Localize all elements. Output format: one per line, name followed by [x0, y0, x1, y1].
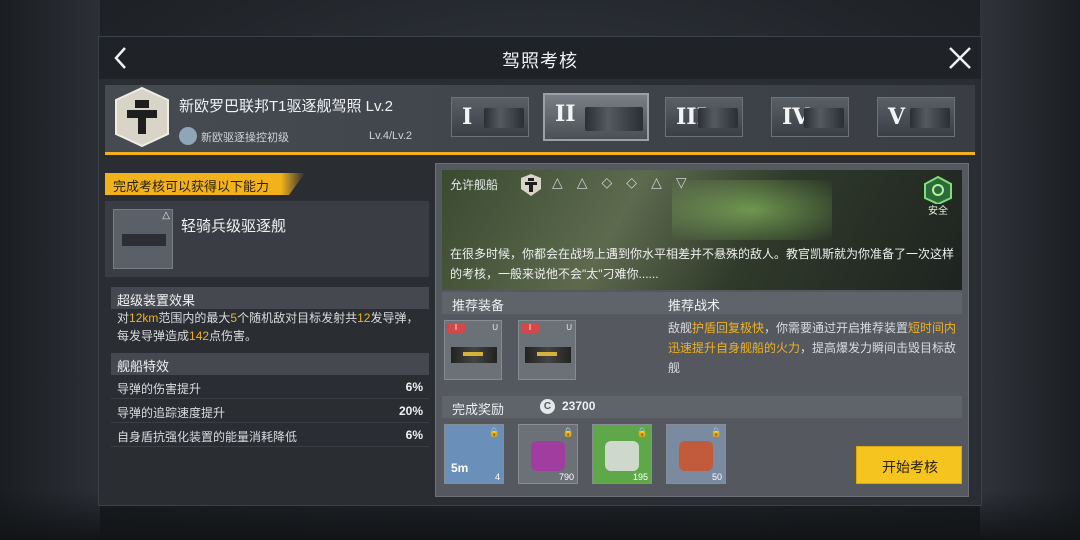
- skill-icon: [179, 127, 197, 145]
- lock-icon: 🔒: [636, 427, 648, 437]
- exam-details: 允许舰船 △△◇◇△▽ 安全 在很多时候，你都会在战场上遇到你水平相差并不悬殊的…: [435, 163, 969, 497]
- trait-row: 导弹的追踪速度提升 20%: [111, 401, 429, 423]
- unique-icon: U: [566, 323, 572, 332]
- tier-tab-4[interactable]: IV: [771, 97, 849, 137]
- recommend-equip-label: 推荐装备: [452, 298, 505, 313]
- red-ore-icon: [679, 441, 713, 471]
- lock-icon: 🔒: [710, 427, 722, 437]
- lock-icon: 🔒: [562, 427, 574, 437]
- tier-tab-2[interactable]: II: [543, 93, 649, 141]
- ship-thumbnail: [698, 108, 738, 128]
- traits-heading: 舰船特效: [111, 353, 429, 375]
- close-icon[interactable]: [947, 45, 973, 71]
- reward-speedup[interactable]: 🔒 5m 4: [444, 424, 504, 484]
- section-title: 舰船特效: [117, 359, 170, 374]
- reward-count: 4: [494, 472, 500, 482]
- super-device-heading: 超级装置效果: [111, 287, 429, 309]
- ship-thumbnail: [484, 108, 524, 128]
- license-emblem-icon: [115, 86, 169, 148]
- rewards-label: 完成奖励: [452, 402, 505, 417]
- trait-row: 自身盾抗强化装置的能量消耗降低 6%: [111, 425, 429, 447]
- tier-tab-3[interactable]: III: [665, 97, 743, 137]
- tier-tab-1[interactable]: I: [451, 97, 529, 137]
- recommend-tactic-label: 推荐战术: [668, 298, 721, 313]
- trait-row: 导弹的伤害提升 6%: [111, 377, 429, 399]
- weapon-icon: [451, 347, 497, 363]
- license-name: 新欧罗巴联邦T1驱逐舰驾照 Lv.2: [179, 98, 393, 115]
- recommend-header: 推荐装备 推荐战术: [442, 292, 962, 314]
- page-title: 驾照考核: [502, 51, 578, 71]
- ship-thumbnail: [585, 107, 643, 131]
- title-bar: 驾照考核: [99, 37, 981, 79]
- equipment-tier-icon: I: [521, 323, 539, 333]
- license-exam-panel: 驾照考核 新欧罗巴联邦T1驱逐舰驾照 Lv.2 新欧驱逐操控初级 Lv.4/Lv…: [98, 36, 982, 506]
- ship-thumbnail: [804, 108, 844, 128]
- start-exam-label: 开始考核: [882, 459, 938, 475]
- license-bar: 新欧罗巴联邦T1驱逐舰驾照 Lv.2 新欧驱逐操控初级 Lv.4/Lv.2 I …: [105, 85, 975, 155]
- gain-banner: 完成考核可以获得以下能力: [105, 173, 305, 195]
- recommended-equipment-1[interactable]: I U: [444, 320, 502, 380]
- scenario-story: 在很多时候，你都会在战场上遇到你水平相差并不悬殊的敌人。教官凯斯就为你准备了一次…: [450, 247, 955, 281]
- reward-count: 195: [632, 472, 648, 482]
- faction-shield-icon: [521, 174, 541, 196]
- license-level: Lv.4/Lv.2: [369, 130, 413, 142]
- green-ore-icon: [605, 441, 639, 471]
- reward-ore-purple[interactable]: 🔒 790: [518, 424, 578, 484]
- safe-icon: [924, 175, 952, 206]
- recommended-equipment-2[interactable]: I U: [518, 320, 576, 380]
- unique-icon: U: [492, 323, 498, 332]
- ship-thumbnail: [910, 108, 950, 128]
- rewards-header: 完成奖励 C 23700: [442, 396, 962, 418]
- start-exam-button[interactable]: 开始考核: [856, 446, 962, 484]
- purple-ore-icon: [531, 441, 565, 471]
- reward-ore-green[interactable]: 🔒 195: [592, 424, 652, 484]
- unlock-card[interactable]: △ 轻骑兵级驱逐舰: [105, 201, 429, 277]
- ship-thumbnail: △: [113, 209, 173, 269]
- tier-label: I: [462, 104, 473, 130]
- equipment-tier-icon: I: [447, 323, 465, 333]
- credit-reward-value: 23700: [562, 399, 596, 413]
- ship-class-icons: △△◇◇△▽: [552, 174, 701, 190]
- speedup-label: 5m: [451, 461, 469, 475]
- recommended-tactic-text: 敌舰护盾回复极快，你需要通过开启推荐装置短时间内迅速提升自身舰船的火力，提高爆发…: [668, 321, 957, 375]
- tier-label: II: [555, 101, 576, 127]
- super-device-text: 对12km范围内的最大5个随机敌对目标发射共12发导弹，每发导弹造成142点伤害…: [117, 311, 419, 343]
- lock-icon: 🔒: [488, 427, 500, 437]
- section-title: 超级装置效果: [117, 293, 196, 308]
- license-subname: 新欧驱逐操控初级: [201, 132, 289, 144]
- reward-count: 790: [558, 472, 574, 482]
- abilities-column: 完成考核可以获得以下能力 △ 轻骑兵级驱逐舰 超级装置效果 对12km范围内的最…: [105, 169, 429, 489]
- gain-banner-text: 完成考核可以获得以下能力: [113, 179, 270, 194]
- allowed-ships-label: 允许舰船: [450, 178, 499, 192]
- up-arrow-icon: △: [162, 210, 170, 221]
- tier-tab-5[interactable]: V: [877, 97, 955, 137]
- safe-badge: 安全: [920, 175, 956, 217]
- credit-coin-icon: C: [540, 399, 555, 414]
- weapon-icon: [525, 347, 571, 363]
- safe-label: 安全: [928, 206, 948, 217]
- scenario-banner: 允许舰船 △△◇◇△▽ 安全 在很多时候，你都会在战场上遇到你水平相差并不悬殊的…: [442, 170, 962, 290]
- reward-count: 50: [711, 472, 722, 482]
- unlock-ship-name: 轻骑兵级驱逐舰: [181, 218, 287, 235]
- tier-label: V: [888, 104, 906, 130]
- reward-ore-red[interactable]: 🔒 50: [666, 424, 726, 484]
